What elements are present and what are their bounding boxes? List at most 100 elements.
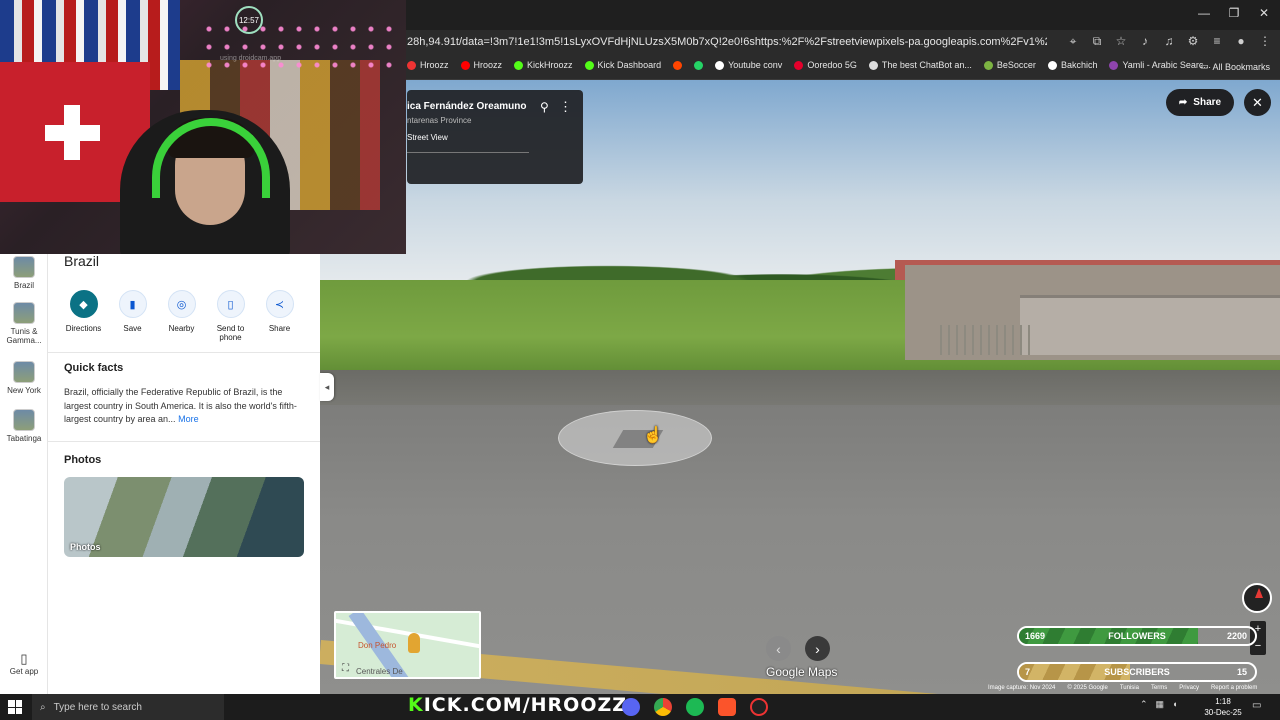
- sidebar-item-brazil[interactable]: Brazil: [0, 256, 48, 290]
- street-view-link[interactable]: Street View: [407, 133, 448, 142]
- share-icon: ≺: [265, 290, 294, 318]
- minimap-label: Don Pedro: [358, 641, 397, 650]
- reddit-icon: [673, 60, 683, 70]
- place-thumbnail: [13, 409, 35, 431]
- bookmark-item[interactable]: [673, 60, 683, 70]
- volume-icon[interactable]: ◖: [1172, 699, 1177, 710]
- bookmark-icon: ▮: [118, 290, 147, 318]
- bookmark-item[interactable]: Youtube conv: [715, 60, 782, 70]
- extension-music-icon[interactable]: ♪: [1138, 34, 1152, 49]
- more-options-icon[interactable]: ⋮: [559, 99, 572, 115]
- network-icon[interactable]: ▦: [1156, 699, 1165, 710]
- bookmark-item[interactable]: Kick Dashboard: [584, 60, 661, 70]
- share-place-button[interactable]: ≺ Share: [260, 290, 299, 342]
- location-icon[interactable]: ⌖: [1066, 34, 1080, 49]
- restore-icon[interactable]: ❐: [1224, 6, 1244, 20]
- extension-audio-icon[interactable]: ♫: [1162, 34, 1176, 49]
- chevron-left-icon: ◂: [324, 381, 330, 392]
- subscribers-label: SUBSCRIBERS: [1104, 667, 1170, 677]
- profile-icon[interactable]: ●: [1234, 34, 1248, 49]
- sidebar-item-tunis[interactable]: Tunis & Gamma...: [0, 302, 48, 345]
- windows-start-icon[interactable]: [8, 700, 22, 714]
- bookmark-item[interactable]: The best ChatBot an...: [868, 60, 972, 70]
- url-field[interactable]: 28h,94.91t/data=!3m7!1e1!3m5!1sLyxOVFdHj…: [407, 36, 1047, 48]
- expand-icon[interactable]: ⛶: [342, 663, 349, 674]
- subscribers-goal-bar: SUBSCRIBERS 7 15: [1017, 662, 1257, 682]
- image-capture-date: Image capture: Nov 2024: [988, 685, 1056, 691]
- previous-arrow-icon[interactable]: ‹: [766, 636, 791, 661]
- flag-cross: [64, 105, 80, 160]
- wall-clock: 12:57: [235, 6, 263, 34]
- next-arrow-icon[interactable]: ›: [805, 636, 830, 661]
- menu-icon[interactable]: ⋮: [1258, 34, 1272, 49]
- besoccer-icon: [983, 60, 993, 70]
- bookmark-item[interactable]: Ooredoo 5G: [794, 60, 857, 70]
- place-title: Brazil: [64, 253, 100, 269]
- youtube-icon: [460, 60, 470, 70]
- save-button[interactable]: ▮ Save: [113, 290, 152, 342]
- bookmark-item[interactable]: KickHroozz: [514, 60, 573, 70]
- photos-thumbnail[interactable]: Photos: [64, 477, 304, 557]
- chatbot-icon: [868, 60, 878, 70]
- sidebar-item-tabatinga[interactable]: Tabatinga: [0, 409, 48, 443]
- bookmark-item[interactable]: [694, 60, 704, 70]
- bookmark-item[interactable]: Hroozz: [407, 60, 449, 70]
- phone-icon: ▯: [216, 290, 245, 318]
- discord-icon[interactable]: [622, 698, 640, 716]
- yamli-icon: [1109, 60, 1119, 70]
- google-maps-logo: Google Maps: [766, 665, 838, 679]
- all-bookmarks-button[interactable]: ▭ All Bookmarks: [1200, 61, 1270, 72]
- bookmark-item[interactable]: Hroozz: [460, 60, 502, 70]
- followers-label: FOLLOWERS: [1108, 631, 1166, 641]
- system-tray: ⌃ ▦ ◖: [1140, 699, 1178, 710]
- spotify-icon[interactable]: [686, 698, 704, 716]
- location-subtitle: ntarenas Province: [407, 116, 472, 125]
- chevron-up-icon[interactable]: ⌃: [1140, 699, 1148, 710]
- privacy-link[interactable]: Privacy: [1179, 685, 1199, 691]
- report-problem-link[interactable]: Report a problem: [1211, 685, 1257, 691]
- bookmark-item[interactable]: Yamli - Arabic Searc...: [1109, 60, 1211, 70]
- media-icon[interactable]: ≡: [1210, 34, 1224, 49]
- place-thumbnail: [13, 302, 35, 324]
- brave-icon[interactable]: [718, 698, 736, 716]
- install-icon[interactable]: ⧉: [1090, 34, 1104, 49]
- get-app-button[interactable]: ▯ Get app: [0, 651, 48, 676]
- taskbar-search[interactable]: ⌕ Type here to search: [32, 694, 224, 720]
- subscribers-goal: 15: [1236, 667, 1247, 677]
- share-icon: ➦: [1178, 97, 1188, 108]
- bookmark-item[interactable]: BeSoccer: [983, 60, 1036, 70]
- more-link[interactable]: More: [178, 414, 199, 424]
- region-link[interactable]: Tunisia: [1120, 685, 1139, 691]
- folder-icon: ▭: [1199, 61, 1209, 71]
- obs-icon[interactable]: [750, 698, 768, 716]
- extensions-icon[interactable]: ⚙: [1186, 34, 1200, 49]
- screen: — ❐ ✕ 28h,94.91t/data=!3m7!1e1!3m5!1sLyx…: [0, 0, 1280, 720]
- location-card: ica Fernández Oreamuno ntarenas Province…: [407, 90, 583, 184]
- send-to-phone-button[interactable]: ▯ Send to phone: [211, 290, 250, 342]
- compass-icon[interactable]: [1242, 583, 1272, 613]
- terms-link[interactable]: Terms: [1151, 685, 1167, 691]
- sidebar-item-new-york[interactable]: New York: [0, 361, 48, 395]
- minimap[interactable]: Don Pedro Centrales De ⛶: [334, 611, 481, 679]
- taskbar-clock[interactable]: 1:18 30-Dec-25: [1203, 696, 1243, 718]
- star-icon[interactable]: ☆: [1114, 34, 1128, 49]
- followers-count: 1669: [1025, 631, 1046, 641]
- share-button[interactable]: ➦ Share: [1166, 89, 1234, 116]
- collapse-panel-button[interactable]: ◂: [320, 373, 334, 401]
- chrome-icon[interactable]: [654, 698, 672, 716]
- bookmark-item[interactable]: Bakchich: [1047, 60, 1097, 70]
- close-street-view-button[interactable]: ✕: [1244, 89, 1271, 116]
- directions-button[interactable]: ◆ Directions: [64, 290, 103, 342]
- nearby-button[interactable]: ◎ Nearby: [162, 290, 201, 342]
- minimize-icon[interactable]: —: [1194, 6, 1214, 20]
- notification-icon[interactable]: ▭: [1252, 700, 1261, 711]
- subscribers-count: 7: [1025, 667, 1031, 677]
- pin-icon[interactable]: ⚲: [540, 100, 549, 114]
- address-bar-icons: ⌖ ⧉ ☆ ♪ ♫ ⚙ ≡ ● ⋮: [1066, 34, 1272, 49]
- webcam-watermark: using droidcam.app: [220, 55, 282, 62]
- phone-icon: ▯: [20, 651, 28, 666]
- pegman-icon: [408, 633, 420, 653]
- minimap-label: Centrales De: [356, 667, 403, 676]
- window-close-icon[interactable]: ✕: [1254, 6, 1274, 20]
- kick-icon: [584, 60, 594, 70]
